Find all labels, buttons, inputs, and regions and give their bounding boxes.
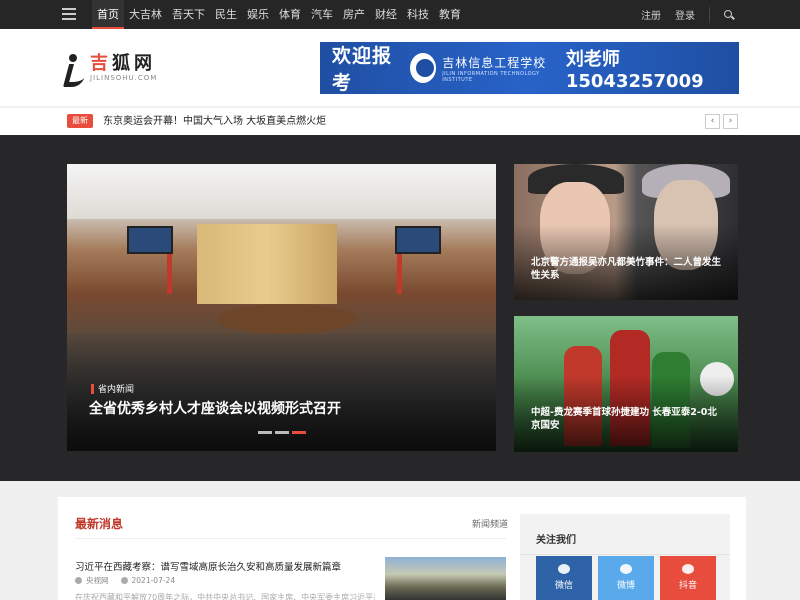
douyin-label: 抖音 <box>678 581 697 591</box>
logo-text: 吉狐网 JILINSOHU.COM <box>90 52 158 83</box>
nav-item-home[interactable]: 首页 <box>92 0 124 29</box>
side-card-caption[interactable]: 中超-费龙赛季首球孙捷建功 长春亚泰2-0北京国安 <box>531 406 721 432</box>
nav-item-tech[interactable]: 科技 <box>402 0 434 29</box>
slide-photo-screen-right <box>395 226 441 254</box>
douyin-button[interactable]: 抖音 <box>660 556 716 600</box>
site-header: 吉狐网 JILINSOHU.COM 欢迎报考 吉林信息工程学校 JILIN IN… <box>0 29 800 106</box>
feature-area: 省内新闻 全省优秀乡村人才座谈会以视频形式召开 北京警方通报吴亦凡都美竹事件：二… <box>0 135 800 481</box>
slider-dot-active[interactable] <box>292 431 306 434</box>
slide-photo-table <box>217 304 357 334</box>
follow-widget: 关注我们 微信 微博 抖音 <box>520 514 730 600</box>
side-card-news[interactable]: 北京警方通报吴亦凡都美竹事件：二人曾发生性关系 <box>514 164 738 300</box>
slide-photo-flag-right <box>397 254 402 294</box>
slider-dot[interactable] <box>258 431 272 434</box>
article-source: 央视网 <box>86 576 109 585</box>
banner-school: 吉林信息工程学校 JILIN INFORMATION TECHNOLOGY IN… <box>442 54 556 83</box>
content-section: 最新消息 新闻频道 习近平在西藏考察：谱写雪域高原长治久安和高质量发展新篇章 央… <box>58 497 746 600</box>
douyin-icon <box>682 564 694 574</box>
school-seal-icon <box>409 53 437 83</box>
section-divider <box>75 538 506 539</box>
main-nav: 首页 大吉林 吾天下 民生 娱乐 体育 汽车 房产 财经 科技 教育 <box>92 0 466 29</box>
user-links: 注册 登录 <box>627 0 734 29</box>
chevron-right-icon[interactable]: › <box>723 114 738 129</box>
logo-mark-icon <box>66 54 82 82</box>
logo-domain: JILINSOHU.COM <box>90 73 158 82</box>
chevron-left-icon[interactable]: ‹ <box>705 114 720 129</box>
main-slider[interactable]: 省内新闻 全省优秀乡村人才座谈会以视频形式召开 <box>67 164 496 451</box>
ticker-controls: ‹ › <box>702 114 738 129</box>
logo-name-prefix: 吉 <box>90 52 112 74</box>
nav-item-education[interactable]: 教育 <box>434 0 466 29</box>
section-title: 最新消息 <box>75 517 124 531</box>
weibo-button[interactable]: 微博 <box>598 556 654 600</box>
nav-item-finance[interactable]: 财经 <box>370 0 402 29</box>
follow-divider <box>520 554 730 555</box>
login-link[interactable]: 登录 <box>675 7 695 22</box>
weibo-icon <box>620 564 632 574</box>
nav-divider <box>709 6 710 23</box>
ticker-badge: 最新 <box>67 114 93 128</box>
site-logo[interactable]: 吉狐网 JILINSOHU.COM <box>66 51 157 85</box>
banner-school-name: 吉林信息工程学校 <box>442 55 547 70</box>
slide-photo-screen-left <box>127 226 173 254</box>
banner-headline: 欢迎报考 <box>332 45 393 94</box>
nav-item-world[interactable]: 吾天下 <box>167 0 210 29</box>
nav-item-jilin[interactable]: 大吉林 <box>124 0 167 29</box>
source-icon <box>75 577 82 584</box>
wechat-label: 微信 <box>554 581 573 591</box>
slider-pagination <box>258 431 309 434</box>
slide-photo-flag-left <box>167 254 172 294</box>
nav-item-livelihood[interactable]: 民生 <box>210 0 242 29</box>
news-ticker: 最新 东京奥运会开幕！中国大气入场 大坂直美点燃火炬 ‹ › <box>0 108 800 135</box>
nav-item-auto[interactable]: 汽车 <box>306 0 338 29</box>
side-card-sports[interactable]: 中超-费龙赛季首球孙捷建功 长春亚泰2-0北京国安 <box>514 316 738 452</box>
wechat-icon <box>558 564 570 574</box>
logo-name: 吉狐网 <box>90 52 157 74</box>
register-link[interactable]: 注册 <box>641 7 661 22</box>
nav-item-entertainment[interactable]: 娱乐 <box>242 0 274 29</box>
nav-item-realestate[interactable]: 房产 <box>338 0 370 29</box>
top-nav-bar: 首页 大吉林 吾天下 民生 娱乐 体育 汽车 房产 财经 科技 教育 注册 登录 <box>0 0 800 29</box>
menu-icon[interactable] <box>62 8 76 20</box>
banner-school-name-en: JILIN INFORMATION TECHNOLOGY INSTITUTE <box>442 70 540 83</box>
clock-icon <box>120 577 128 584</box>
article-thumbnail[interactable] <box>385 557 506 600</box>
article-meta: 央视网 2021-07-24 <box>75 575 175 586</box>
wechat-button[interactable]: 微信 <box>536 556 592 600</box>
slide-title[interactable]: 全省优秀乡村人才座谈会以视频形式召开 <box>89 398 341 418</box>
slider-dot[interactable] <box>275 431 289 434</box>
logo-name-rest: 狐网 <box>112 52 156 74</box>
follow-title: 关注我们 <box>536 535 576 546</box>
ad-banner[interactable]: 欢迎报考 吉林信息工程学校 JILIN INFORMATION TECHNOLO… <box>320 42 739 94</box>
search-icon[interactable] <box>724 9 734 20</box>
nav-item-sports[interactable]: 体育 <box>274 0 306 29</box>
side-card-caption[interactable]: 北京警方通报吴亦凡都美竹事件：二人曾发生性关系 <box>531 256 721 282</box>
slide-photo-ceiling <box>67 164 496 219</box>
banner-contact: 刘老师 15043257009 <box>565 48 704 92</box>
slide-photo-curtain <box>197 224 337 304</box>
weibo-label: 微博 <box>616 581 635 591</box>
article-title[interactable]: 习近平在西藏考察：谱写雪域高原长治久安和高质量发展新篇章 <box>75 559 341 573</box>
section-more-link[interactable]: 新闻频道 <box>472 517 508 530</box>
article-date: 2021-07-24 <box>131 576 176 585</box>
article-excerpt: 在庆祝西藏和平解放70周年之际，中共中央总书记、国家主席、中央军委主席习近平来到… <box>75 593 375 600</box>
slide-category[interactable]: 省内新闻 <box>91 382 134 395</box>
ticker-headline[interactable]: 东京奥运会开幕！中国大气入场 大坂直美点燃火炬 <box>103 114 326 129</box>
